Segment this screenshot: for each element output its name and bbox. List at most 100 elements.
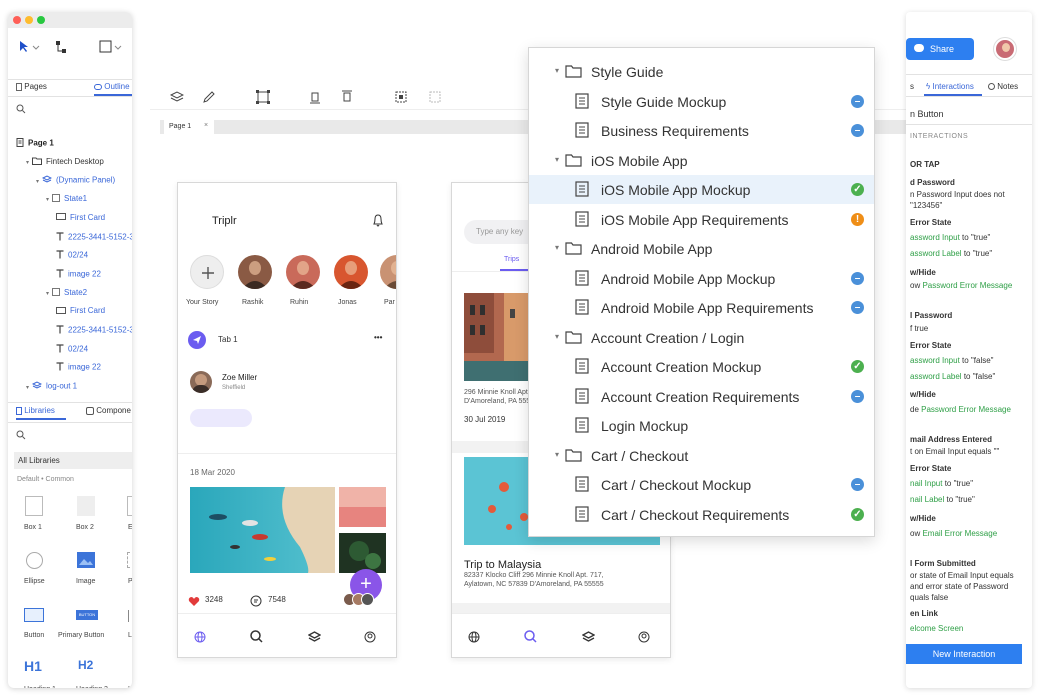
tab-interactions[interactable]: ϟ Interactions	[926, 82, 974, 91]
interaction-line[interactable]: ow Password Error Message	[910, 281, 1012, 290]
widget-item[interactable]: Plac	[116, 550, 132, 596]
outline-item[interactable]: ▾ State2	[46, 287, 87, 298]
outline-item[interactable]: 02/24	[56, 344, 88, 355]
widget-item[interactable]: Box 1	[14, 496, 58, 542]
interaction-line[interactable]: de Password Error Message	[910, 405, 1011, 414]
avatar[interactable]	[994, 38, 1016, 60]
interaction-line[interactable]: assword Input to "false"	[910, 356, 994, 365]
outline-item[interactable]: 02/24	[56, 250, 88, 261]
interaction-target[interactable]: Email Error Message	[922, 529, 997, 538]
page-item[interactable]: iOS Mobile App Mockup ✓	[529, 175, 874, 204]
tab-libraries[interactable]: Libraries	[16, 406, 55, 415]
folder-item[interactable]: ▾ Account Creation / Login	[529, 323, 874, 352]
layers-tool-icon[interactable]	[169, 90, 185, 108]
new-interaction-button[interactable]: New Interaction	[906, 644, 1022, 664]
story-item[interactable]: Rashik	[236, 255, 274, 309]
page-item[interactable]: Android Mobile App Requirements –	[529, 293, 874, 322]
story-item[interactable]: Par	[378, 255, 396, 309]
page-item[interactable]: Account Creation Mockup ✓	[529, 352, 874, 381]
frame-tool-icon[interactable]	[256, 90, 270, 109]
tab-pages[interactable]: Pages	[16, 82, 47, 91]
maximize-window-button[interactable]	[37, 16, 45, 24]
tab-trips[interactable]: Trips	[504, 256, 519, 263]
widget-item[interactable]: Box 2	[66, 496, 110, 542]
outline-item[interactable]: image 22	[56, 269, 101, 280]
page-tab[interactable]: Page 1 ×	[164, 120, 214, 134]
story-item[interactable]: Jonas	[332, 255, 370, 309]
outline-item[interactable]: 2225-3441-5152-3	[56, 231, 132, 243]
story-item[interactable]: Your Story	[186, 255, 226, 309]
chevron-down-icon[interactable]: ▾	[555, 332, 559, 341]
align-bottom-icon[interactable]	[308, 90, 322, 109]
pointer-tool-icon[interactable]	[18, 40, 40, 56]
interaction-line[interactable]: assword Label to "true"	[910, 249, 992, 258]
widget-item[interactable]: Button	[14, 604, 58, 650]
outline-item[interactable]: ▾ State1	[46, 194, 87, 204]
send-icon[interactable]	[188, 331, 206, 349]
folder-item[interactable]: ▾ Cart / Checkout	[529, 441, 874, 470]
tab-components[interactable]: Compone	[86, 406, 131, 415]
widget-item[interactable]: He	[116, 658, 132, 688]
ungroup-tool-icon[interactable]	[428, 90, 442, 109]
group-tool-icon[interactable]	[394, 90, 408, 109]
align-top-icon[interactable]	[340, 90, 354, 109]
widget-item[interactable]: BUTTON Primary Button	[58, 604, 110, 650]
rectangle-tool-icon[interactable]	[98, 40, 132, 56]
outline-item[interactable]: ▾ log-out 1	[26, 381, 77, 392]
globe-icon[interactable]	[194, 630, 206, 648]
page-item[interactable]: iOS Mobile App Requirements!	[529, 205, 874, 234]
page-item[interactable]: Business Requirements –	[529, 116, 874, 145]
profile-nav-icon[interactable]	[638, 630, 650, 648]
layers-nav-icon[interactable]	[581, 630, 596, 648]
interaction-line[interactable]: assword Label to "false"	[910, 372, 995, 381]
close-tab-icon[interactable]: ×	[204, 122, 208, 129]
chevron-down-icon[interactable]: ▾	[555, 66, 559, 75]
outline-item[interactable]: First Card	[56, 213, 105, 222]
interaction-line[interactable]: nail Label to "true"	[910, 495, 975, 504]
page-item[interactable]: Style Guide Mockup –	[529, 87, 874, 116]
library-select[interactable]: All Libraries	[14, 452, 132, 469]
story-item[interactable]: Ruhin	[284, 255, 322, 309]
page-item[interactable]: Cart / Checkout Requirements ✓	[529, 500, 874, 529]
widget-item[interactable]: Image	[66, 550, 110, 596]
search-nav-icon[interactable]	[250, 630, 263, 648]
library-search-icon[interactable]	[16, 430, 26, 442]
interaction-line[interactable]: ow Email Error Message	[910, 529, 997, 538]
share-button[interactable]: Share	[906, 38, 974, 60]
interaction-target[interactable]: Password Error Message	[921, 405, 1011, 414]
profile-nav-icon[interactable]	[364, 630, 376, 648]
outline-item[interactable]: ▾ Fintech Desktop	[26, 157, 104, 167]
page-item[interactable]: Cart / Checkout Mockup –	[529, 470, 874, 499]
close-window-button[interactable]	[13, 16, 21, 24]
page-item[interactable]: Android Mobile App Mockup –	[529, 264, 874, 293]
outline-item[interactable]: image 22	[56, 362, 101, 373]
chevron-down-icon[interactable]: ▾	[555, 155, 559, 164]
chevron-down-icon[interactable]: ▾	[555, 450, 559, 459]
tab-outline[interactable]: Outline	[94, 82, 130, 91]
globe-icon[interactable]	[468, 630, 480, 648]
folder-item[interactable]: ▾ Style Guide	[529, 57, 874, 86]
widget-item[interactable]: H1 Heading 1	[14, 658, 58, 688]
widget-item[interactable]: E	[116, 496, 132, 542]
pen-tool-icon[interactable]	[202, 90, 216, 108]
interaction-line[interactable]: nail Input to "true"	[910, 479, 973, 488]
folder-item[interactable]: ▾ iOS Mobile App	[529, 146, 874, 175]
interaction-target[interactable]: Password Error Message	[922, 281, 1012, 290]
minimize-window-button[interactable]	[25, 16, 33, 24]
page-item[interactable]: Account Creation Requirements –	[529, 382, 874, 411]
comment-icon[interactable]	[250, 594, 262, 612]
outline-item[interactable]: 2225-3441-5152-3	[56, 325, 132, 336]
interaction-line[interactable]: elcome Screen	[910, 624, 963, 633]
layers-nav-icon[interactable]	[307, 630, 322, 648]
search-nav-icon[interactable]	[524, 630, 537, 648]
search-icon[interactable]	[16, 104, 26, 116]
chevron-down-icon[interactable]: ▾	[555, 243, 559, 252]
heart-icon[interactable]	[188, 594, 200, 612]
interaction-line[interactable]: assword Input to "true"	[910, 233, 990, 242]
bell-icon[interactable]	[372, 214, 384, 232]
connector-tool-icon[interactable]	[54, 40, 68, 56]
widget-item[interactable]: H2 Heading 2	[66, 658, 110, 688]
outline-item[interactable]: ▾ (Dynamic Panel)	[36, 175, 115, 186]
page-item[interactable]: Login Mockup	[529, 411, 874, 440]
folder-item[interactable]: ▾ Android Mobile App	[529, 234, 874, 263]
